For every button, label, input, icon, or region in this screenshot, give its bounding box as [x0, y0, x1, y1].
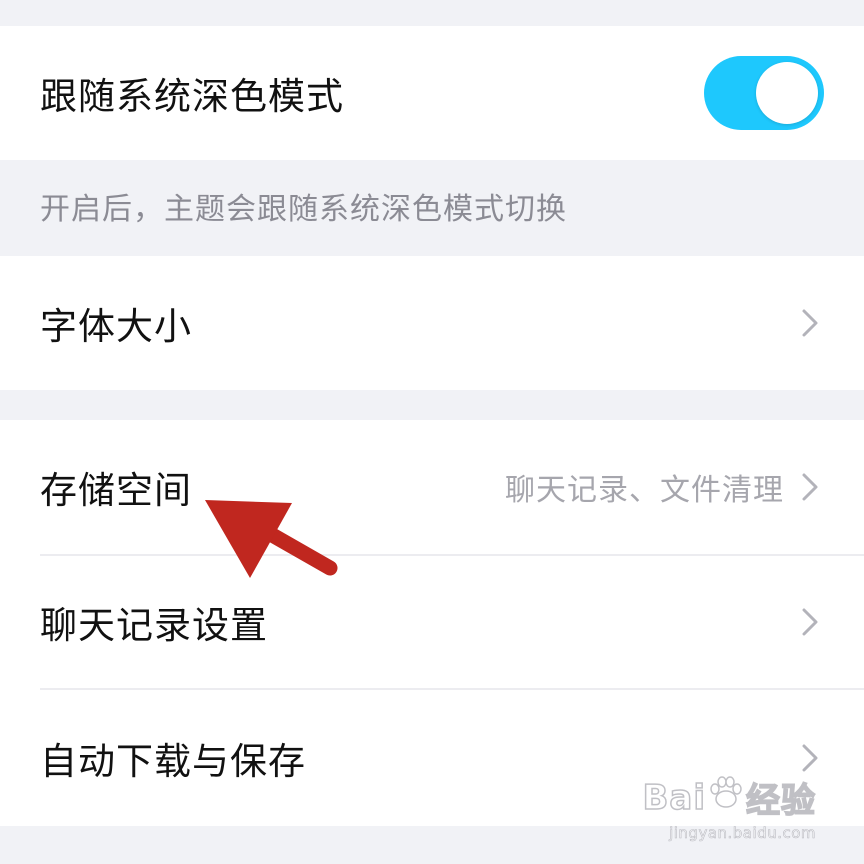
chat-history-row[interactable]: 聊天记录设置 [0, 556, 864, 688]
dark-mode-row: 跟随系统深色模式 [0, 26, 864, 160]
chevron-right-icon [796, 307, 824, 339]
font-size-row[interactable]: 字体大小 [0, 256, 864, 390]
baidu-jingyan-watermark: Bai 经验 jingyan.baidu.com [642, 773, 816, 842]
chat-history-label: 聊天记录设置 [40, 604, 268, 647]
chevron-right-icon [796, 742, 824, 774]
watermark-brand-left: Bai [642, 777, 706, 819]
storage-row[interactable]: 存储空间 聊天记录、文件清理 [0, 420, 864, 554]
chevron-right-icon [796, 471, 824, 503]
dark-mode-label: 跟随系统深色模式 [40, 75, 344, 118]
font-size-label: 字体大小 [40, 305, 192, 348]
watermark-url: jingyan.baidu.com [669, 824, 816, 843]
dark-mode-toggle[interactable] [704, 56, 824, 130]
auto-download-label: 自动下载与保存 [40, 740, 306, 783]
dark-mode-hint: 开启后，主题会跟随系统深色模式切换 [40, 192, 567, 227]
settings-page: 跟随系统深色模式 开启后，主题会跟随系统深色模式切换 字体大小 存储空间 聊天记… [0, 0, 864, 864]
paw-icon [708, 775, 744, 820]
toggle-knob [756, 62, 818, 124]
chevron-right-icon [796, 606, 824, 638]
storage-detail: 聊天记录、文件清理 [505, 473, 784, 508]
watermark-brand-right: 经验 [745, 780, 816, 822]
storage-label: 存储空间 [40, 469, 192, 512]
